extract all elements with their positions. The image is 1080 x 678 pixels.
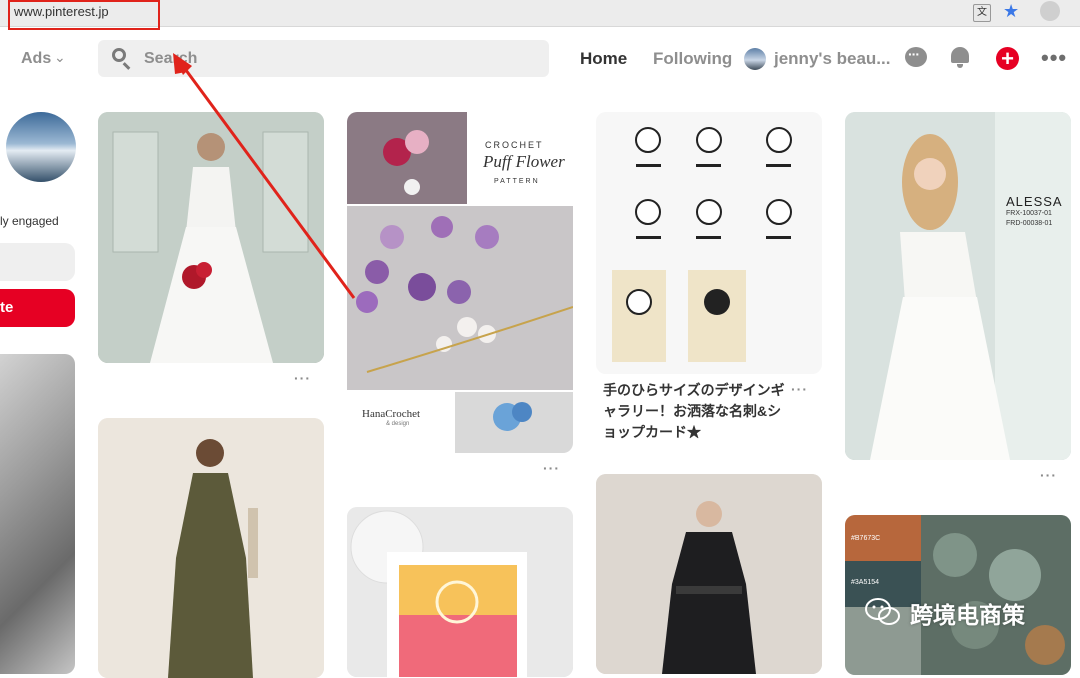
engaged-text: ly engaged [0,214,59,228]
nav-following[interactable]: Following [653,49,732,69]
crochet-brand-sub: & design [386,421,410,427]
crochet-title-2: Puff Flower [483,152,565,171]
crochet-brand: HanaCrochet [362,408,421,420]
pin-alessa-gown[interactable]: ALESSA FRX-10037-01 FRD-00038-01 [845,112,1071,460]
pin-more-icon[interactable]: ··· [543,460,560,476]
alessa-code-1: FRX-10037-01 [1006,210,1052,217]
nav-home[interactable]: Home [580,49,627,69]
pin-caption[interactable]: 手のひらサイズのデザインギャラリー！お洒落な名刺&ショップカード★ [603,380,788,443]
pin-business-cards[interactable] [596,112,822,374]
alessa-gown-illustration [845,112,1071,460]
pin-color-palette[interactable]: #B7673C #3A5154 [845,515,1071,675]
crochet-card-illustration [347,507,573,677]
pin-image-left[interactable] [0,354,75,674]
chat-icon[interactable] [905,46,927,67]
pin-more-icon[interactable]: ··· [791,381,808,397]
wechat-icon [865,598,900,625]
pin-wedding-dress[interactable] [98,112,324,363]
wedding-illustration [98,112,324,363]
gray-button[interactable] [0,243,75,281]
palette-code-2: #3A5154 [851,579,880,586]
pin-olive-dress[interactable] [98,418,324,678]
crochet-title-3: PATTERN [494,178,540,185]
crochet-title-1: CROCHET [485,140,544,150]
translate-icon[interactable]: 文 [973,4,991,22]
search-icon [112,48,126,62]
nav-profile[interactable]: jenny's beau... [774,49,890,69]
profile-avatar[interactable] [6,112,76,182]
alessa-name: ALESSA [1006,194,1063,209]
black-coat-illustration [596,474,822,674]
pin-more-icon[interactable]: ··· [294,370,311,386]
pin-more-icon[interactable]: ··· [1040,467,1057,483]
palette-code-1: #B7673C [851,535,881,542]
watermark-text: 跨境电商策 [910,602,1025,628]
pin-crochet-flower[interactable]: CROCHET Puff Flower PATTERN HanaCrochet … [347,112,573,453]
ads-menu-label[interactable]: Ads [21,50,51,68]
business-cards-illustration [596,112,822,374]
alessa-code-2: FRD-00038-01 [1006,220,1053,227]
olive-dress-illustration [98,418,324,678]
pin-black-coat[interactable] [596,474,822,674]
bell-icon[interactable] [951,47,969,68]
chevron-down-icon[interactable]: ⌄ [54,49,66,66]
star-icon[interactable]: ★ [1003,1,1019,22]
red-button-label: te [0,299,14,316]
avatar[interactable] [744,48,766,70]
browser-toolbar [0,0,1080,27]
search-input[interactable] [144,48,524,70]
address-bar-url[interactable]: www.pinterest.jp [14,4,109,19]
pin-crochet-card[interactable] [347,507,573,677]
more-icon[interactable]: ••• [1041,45,1067,71]
profile-icon[interactable] [1040,1,1060,21]
add-icon[interactable]: + [996,47,1019,70]
